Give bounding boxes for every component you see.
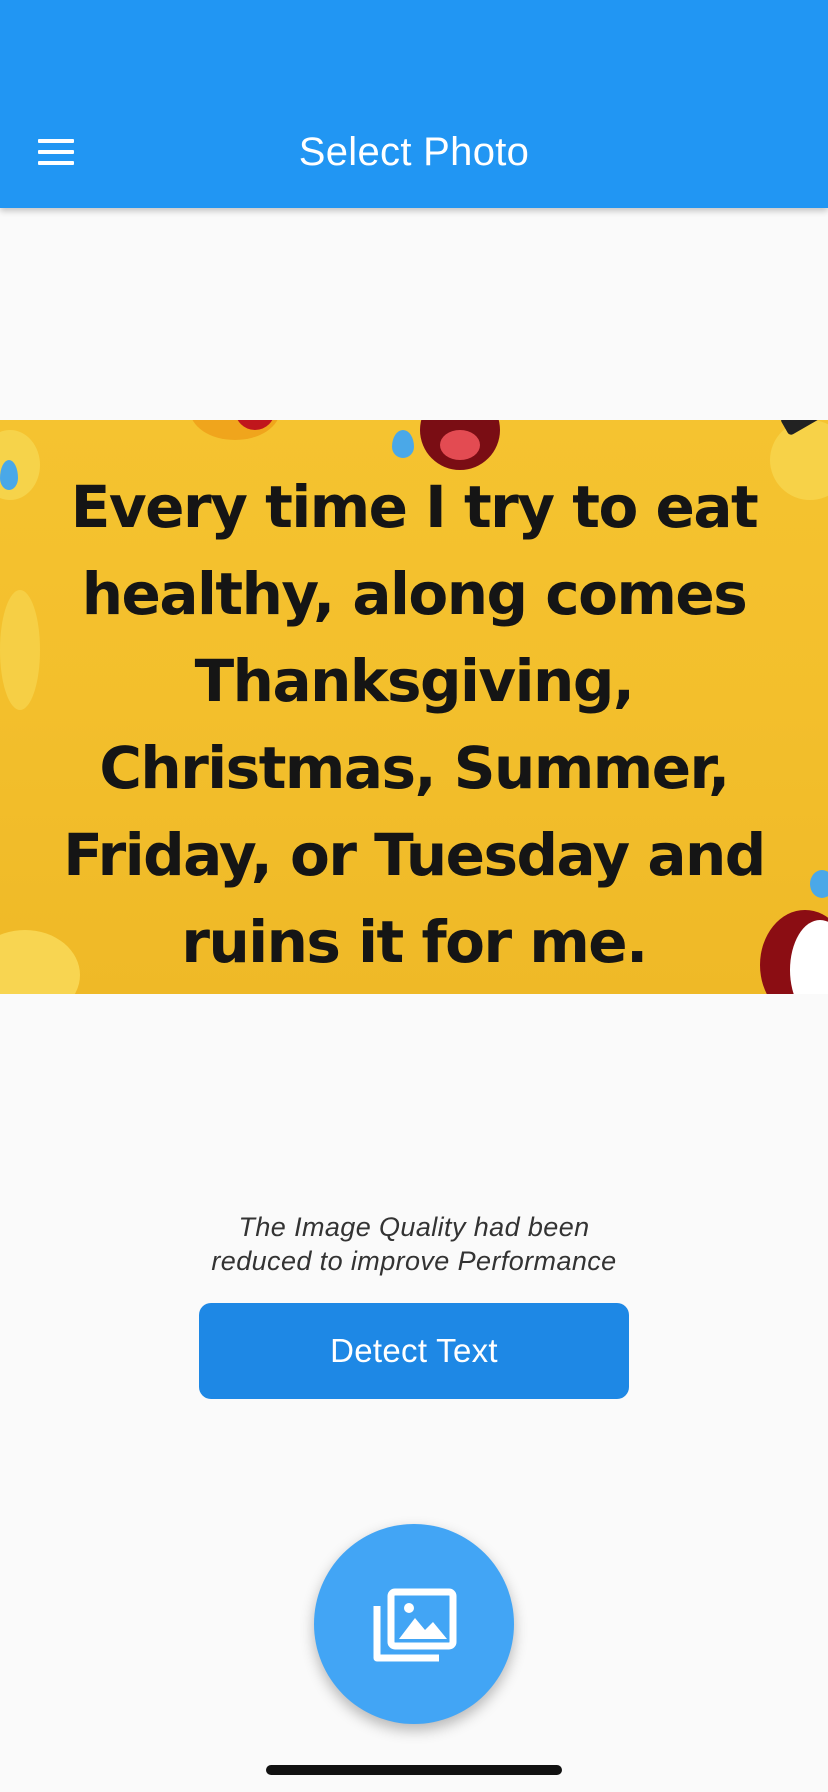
detect-text-button[interactable]: Detect Text <box>199 1303 629 1399</box>
photo-text-line: ruins it for me. <box>181 908 648 976</box>
home-indicator <box>266 1765 562 1775</box>
photo-text-line: healthy, along comes <box>81 560 748 628</box>
photo-text-line: Thanksgiving, <box>194 647 635 715</box>
app-bar: Select Photo <box>0 0 828 208</box>
photo-text-line: Every time I try to eat <box>70 473 759 541</box>
photo-caption-text: Every time I try to eat healthy, along c… <box>0 464 828 986</box>
selected-photo: Every time I try to eat healthy, along c… <box>0 420 828 994</box>
pick-photo-fab[interactable] <box>314 1524 514 1724</box>
image-quality-notice: The Image Quality had been reduced to im… <box>0 1210 828 1278</box>
notice-line-2: reduced to improve Performance <box>211 1246 617 1276</box>
photo-library-icon <box>373 1588 457 1662</box>
screen: Select Photo Every time I try to eat hea… <box>0 0 828 1792</box>
page-title: Select Photo <box>298 130 530 174</box>
photo-text-line: Friday, or Tuesday and <box>63 821 766 889</box>
notice-line-1: The Image Quality had been <box>238 1212 590 1242</box>
photo-text-line: Christmas, Summer, <box>99 734 730 802</box>
